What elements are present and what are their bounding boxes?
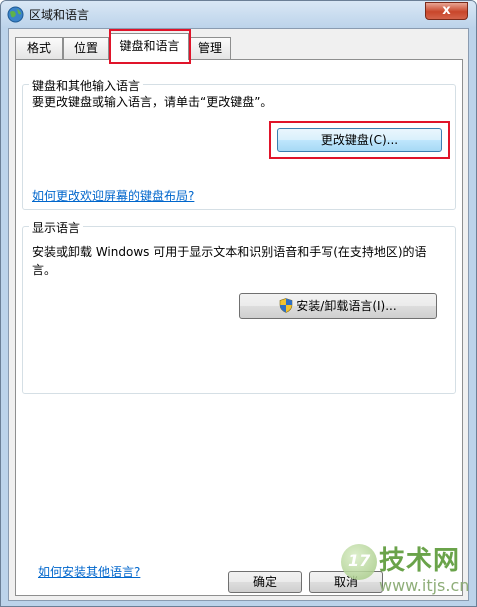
display-description-line1: 安装或卸载 Windows 可用于显示文本和识别语音和手写(在支持地区)的语 <box>32 245 427 259</box>
button-label: 确定 <box>252 575 277 589</box>
tab-administrative[interactable]: 管理 <box>189 37 231 59</box>
keyboard-description: 要更改键盘或输入语言，请单击“更改键盘”。 <box>32 95 273 109</box>
close-button[interactable]: x <box>425 2 468 20</box>
tab-location[interactable]: 位置 <box>63 37 109 59</box>
display-description-line2: 言。 <box>32 263 57 277</box>
watermark-url: www.itjs.cn <box>379 576 470 595</box>
watermark-brand: 技术网 <box>379 546 461 576</box>
globe-icon <box>7 6 24 23</box>
tab-label: 管理 <box>197 41 222 55</box>
tab-label: 键盘和语言 <box>119 39 180 53</box>
group-title: 键盘和其他输入语言 <box>29 77 144 94</box>
group-title: 显示语言 <box>29 219 84 236</box>
uac-shield-icon <box>279 298 293 313</box>
tab-format[interactable]: 格式 <box>15 37 63 59</box>
welcome-keyboard-link[interactable]: 如何更改欢迎屏幕的键盘布局? <box>32 187 194 204</box>
display-language-group: 显示语言 安装或卸载 Windows 可用于显示文本和识别语音和手写(在支持地区… <box>22 219 456 394</box>
dialog-client: 格式 位置 键盘和语言 管理 键盘和其他输入语言 要更改键盘或输入语言，请单击“… <box>8 28 469 601</box>
title-bar[interactable]: 区域和语言 x <box>1 1 476 28</box>
button-label: 安装/卸载语言(I)... <box>296 299 397 313</box>
close-icon: x <box>442 3 451 18</box>
watermark-logo-text: 17 <box>348 551 371 570</box>
tab-label: 位置 <box>73 41 98 55</box>
tab-keyboard-language[interactable]: 键盘和语言 <box>110 33 189 60</box>
ok-button[interactable]: 确定 <box>228 571 302 593</box>
tab-label: 格式 <box>26 41 51 55</box>
install-language-button[interactable]: 安装/卸载语言(I)... <box>239 293 437 319</box>
watermark: 17 技术网 www.itjs.cn <box>341 536 471 606</box>
button-label: 更改键盘(C)... <box>320 133 399 147</box>
region-language-window: 区域和语言 x 格式 位置 键盘和语言 管理 键盘和其他输入语言 要更改键盘或输… <box>0 0 477 607</box>
install-other-language-link[interactable]: 如何安装其他语言? <box>38 563 140 580</box>
change-keyboard-button[interactable]: 更改键盘(C)... <box>277 128 442 152</box>
keyboard-group: 键盘和其他输入语言 要更改键盘或输入语言，请单击“更改键盘”。 更改键盘(C).… <box>22 77 456 210</box>
tab-panel: 键盘和其他输入语言 要更改键盘或输入语言，请单击“更改键盘”。 更改键盘(C).… <box>15 59 463 596</box>
window-title: 区域和语言 <box>29 8 90 22</box>
